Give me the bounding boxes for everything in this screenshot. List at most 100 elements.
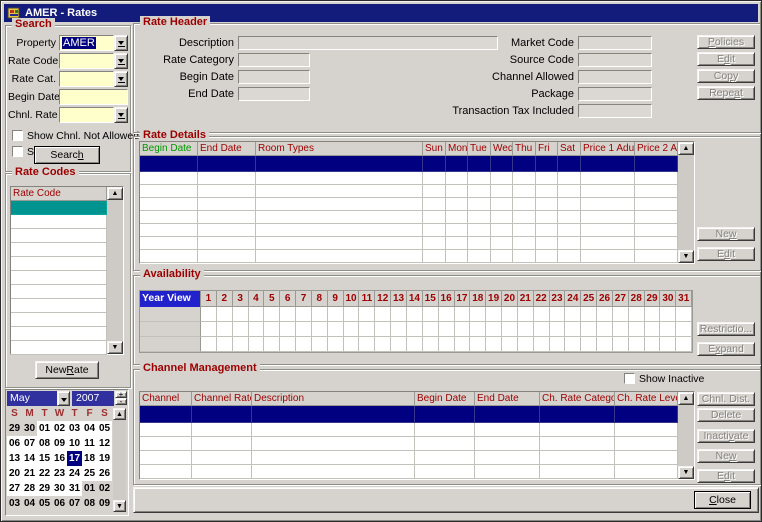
scroll-up-icon[interactable]: ▲ — [678, 392, 694, 405]
rate-cat-input[interactable] — [59, 71, 114, 87]
scroll-down-icon[interactable]: ▼ — [107, 341, 123, 354]
calendar-day[interactable]: 20 — [7, 466, 22, 481]
table-row[interactable] — [140, 211, 678, 224]
calendar-day[interactable]: 12 — [97, 436, 112, 451]
rate-code-row[interactable] — [11, 243, 107, 257]
calendar-day[interactable]: 26 — [97, 466, 112, 481]
rate-code-row[interactable] — [11, 229, 107, 243]
table-row[interactable] — [140, 185, 678, 198]
rate-cat-lov-button[interactable] — [114, 71, 128, 87]
show-inactive-checkbox-row[interactable]: Show Inactive — [624, 372, 704, 385]
calendar-day[interactable]: 05 — [37, 496, 52, 511]
show-chnl-not-allowed-checkbox[interactable] — [12, 130, 23, 141]
rate-code-row[interactable] — [11, 313, 107, 327]
scroll-up-icon[interactable]: ▲ — [107, 187, 123, 200]
calendar-month-select[interactable]: May — [7, 391, 57, 406]
package-field[interactable] — [578, 87, 652, 101]
calendar-day[interactable]: 14 — [22, 451, 37, 466]
titlebar[interactable]: AMER - Rates — [4, 4, 758, 22]
calendar-day[interactable]: 18 — [82, 451, 97, 466]
scroll-down-icon[interactable]: ▼ — [678, 250, 694, 263]
table-row[interactable] — [140, 406, 678, 423]
rate-code-row[interactable] — [11, 271, 107, 285]
rate-details-scrollbar[interactable]: ▲ ▼ — [678, 142, 694, 263]
calendar-day[interactable]: 04 — [82, 421, 97, 436]
rate-code-row[interactable] — [11, 327, 107, 341]
calendar-day[interactable]: 06 — [52, 496, 67, 511]
new-button[interactable]: New — [697, 227, 755, 241]
transaction-tax-included-field[interactable] — [578, 104, 652, 118]
table-row[interactable] — [140, 237, 678, 250]
table-row[interactable] — [140, 465, 678, 479]
calendar-day[interactable]: 30 — [22, 421, 37, 436]
rate-code-input[interactable] — [59, 53, 114, 69]
edit-button[interactable]: Edit — [697, 469, 755, 483]
expand-button[interactable]: Expand — [697, 342, 755, 356]
table-row[interactable] — [140, 198, 678, 211]
rate-code-row[interactable] — [11, 257, 107, 271]
source-code-field[interactable] — [578, 53, 652, 67]
rate-code-row[interactable] — [11, 341, 107, 355]
calendar-day[interactable]: 06 — [7, 436, 22, 451]
table-row[interactable] — [140, 423, 678, 437]
scroll-up-icon[interactable]: ▲ — [113, 408, 126, 420]
rate-code-row[interactable] — [11, 215, 107, 229]
new-button[interactable]: New — [697, 449, 755, 463]
calendar-day[interactable]: 09 — [52, 436, 67, 451]
channel-allowed-field[interactable] — [578, 70, 652, 84]
calendar-day[interactable]: 28 — [22, 481, 37, 496]
scroll-down-icon[interactable]: ▼ — [113, 500, 126, 512]
calendar-day[interactable]: 16 — [52, 451, 67, 466]
chnl-dist-button[interactable]: Chnl. Dist. — [697, 392, 755, 406]
year-decrement-button[interactable]: - — [115, 398, 127, 405]
show-inactive-checkbox[interactable] — [624, 373, 635, 384]
calendar-day[interactable]: 10 — [67, 436, 82, 451]
calendar-day[interactable]: 05 — [97, 421, 112, 436]
calendar-day[interactable]: 07 — [67, 496, 82, 511]
calendar-day[interactable]: 31 — [67, 481, 82, 496]
calendar-day[interactable]: 08 — [82, 496, 97, 511]
market-code-field[interactable] — [578, 36, 652, 50]
calendar-day[interactable]: 21 — [22, 466, 37, 481]
edit-button[interactable]: Edit — [697, 52, 755, 66]
chnl-rate-lov-button[interactable] — [114, 107, 128, 123]
chnl-rate-input[interactable] — [59, 107, 114, 123]
close-button[interactable]: Close — [694, 491, 751, 509]
calendar-day[interactable]: 09 — [97, 496, 112, 511]
copy-button[interactable]: Copy — [697, 69, 755, 83]
calendar-day[interactable]: 07 — [22, 436, 37, 451]
calendar-day[interactable]: 03 — [67, 421, 82, 436]
channel-management-scrollbar[interactable]: ▲ ▼ — [678, 392, 694, 479]
rate-code-lov-button[interactable] — [114, 53, 128, 69]
calendar-month-dropdown-button[interactable] — [57, 391, 70, 406]
table-row[interactable] — [140, 451, 678, 465]
show-chnl-not-allowed-checkbox-row[interactable]: Show Chnl. Not Allowed — [12, 129, 130, 142]
property-input[interactable]: AMER — [59, 35, 114, 51]
rate-code-row[interactable] — [11, 201, 107, 215]
calendar-day[interactable]: 17 — [67, 451, 82, 466]
table-row[interactable] — [140, 172, 678, 185]
calendar-scrollbar[interactable]: ▲ ▼ — [113, 408, 126, 512]
calendar-day[interactable]: 23 — [52, 466, 67, 481]
calendar-day[interactable]: 08 — [37, 436, 52, 451]
new-rate-button[interactable]: New Rate — [35, 361, 99, 379]
table-row[interactable] — [140, 156, 678, 172]
calendar-day[interactable]: 30 — [52, 481, 67, 496]
calendar-day[interactable]: 27 — [7, 481, 22, 496]
availability-row[interactable] — [140, 322, 692, 337]
scroll-down-icon[interactable]: ▼ — [678, 466, 694, 479]
availability-row[interactable] — [140, 307, 692, 322]
calendar-day[interactable]: 01 — [37, 421, 52, 436]
calendar-day[interactable]: 24 — [67, 466, 82, 481]
table-row[interactable] — [140, 224, 678, 237]
calendar-day[interactable]: 29 — [7, 421, 22, 436]
calendar-day[interactable]: 04 — [22, 496, 37, 511]
rate-code-row[interactable] — [11, 299, 107, 313]
table-row[interactable] — [140, 250, 678, 263]
calendar-day[interactable]: 29 — [37, 481, 52, 496]
rate-code-row[interactable] — [11, 285, 107, 299]
calendar-day[interactable]: 03 — [7, 496, 22, 511]
delete-button[interactable]: Delete — [697, 408, 755, 422]
show-inactive-checkbox[interactable] — [12, 146, 23, 157]
rate-codes-scrollbar[interactable]: ▲ ▼ — [107, 187, 123, 354]
